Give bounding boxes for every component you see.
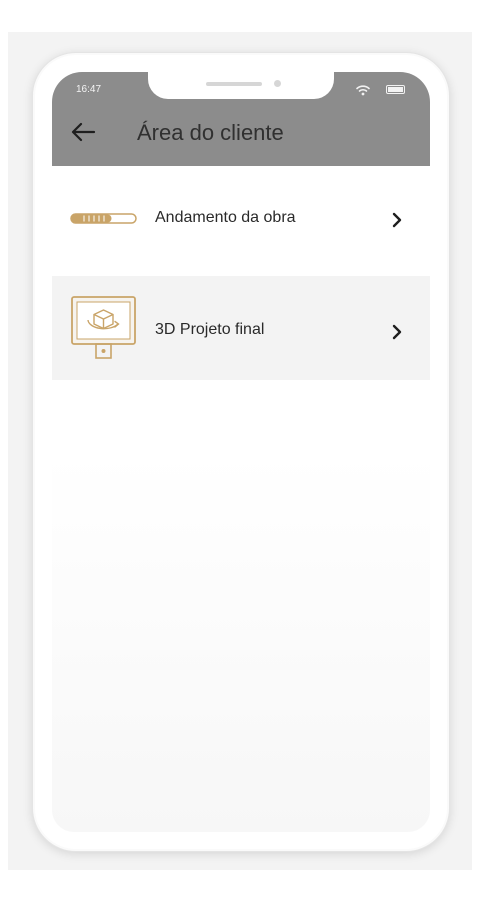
status-time: 16:47 xyxy=(76,84,102,95)
battery-icon xyxy=(386,85,405,94)
menu-item-andamento-da-obra[interactable]: Andamento da obra xyxy=(52,168,430,272)
chevron-right-icon xyxy=(392,212,402,228)
wifi-icon xyxy=(356,85,370,96)
screen-background xyxy=(52,452,430,832)
progress-bar-icon xyxy=(70,213,137,224)
phone-notch xyxy=(148,72,334,99)
app-screen: 16:47 Área do cliente Andamento da obra … xyxy=(52,72,430,832)
menu-item-label: 3D Projeto final xyxy=(155,321,265,338)
page-title: Área do cliente xyxy=(137,120,284,145)
speaker-grille xyxy=(206,82,262,86)
menu-item-label: Andamento da obra xyxy=(155,209,296,226)
app-header: 16:47 Área do cliente xyxy=(52,72,430,166)
menu-item-3d-projeto-final[interactable]: 3D Projeto final xyxy=(52,276,430,380)
back-arrow-icon[interactable] xyxy=(70,121,96,143)
monitor-3d-icon xyxy=(71,296,136,359)
chevron-right-icon xyxy=(392,324,402,340)
front-camera xyxy=(274,80,281,87)
